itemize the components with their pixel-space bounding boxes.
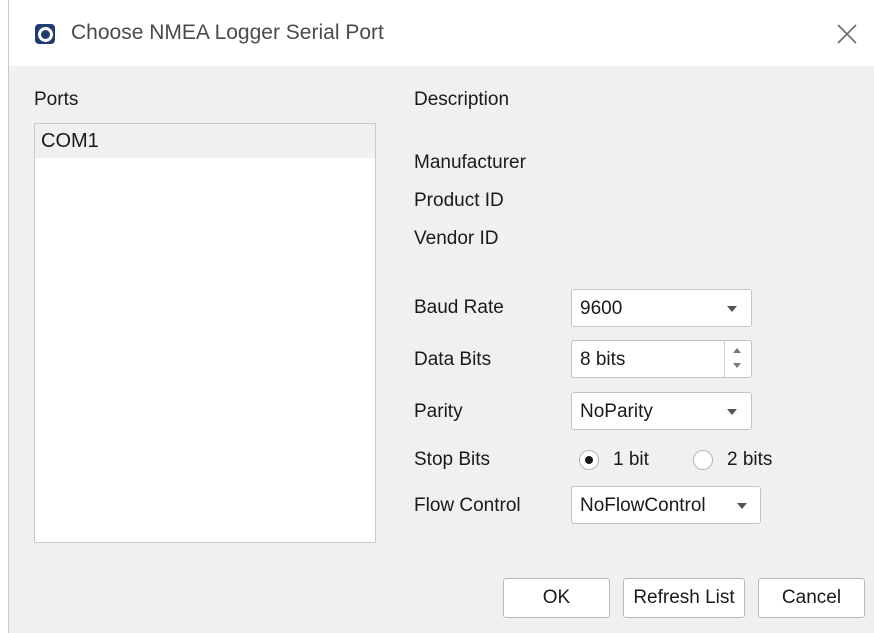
stop-bits-2-radio[interactable] <box>693 450 713 470</box>
refresh-list-button[interactable]: Refresh List <box>623 578 745 618</box>
close-icon <box>837 24 857 44</box>
chevron-down-icon <box>727 409 737 415</box>
baud-rate-label: Baud Rate <box>414 297 504 318</box>
title-bar: Choose NMEA Logger Serial Port <box>9 0 874 66</box>
window-title: Choose NMEA Logger Serial Port <box>71 21 384 44</box>
chevron-down-icon <box>737 503 747 509</box>
spin-arrows <box>724 341 751 377</box>
app-logo-icon <box>35 24 55 44</box>
data-bits-spinbox[interactable]: 8 bits <box>571 340 752 378</box>
dialog-window: Choose NMEA Logger Serial Port Ports COM… <box>8 0 874 633</box>
manufacturer-label: Manufacturer <box>414 152 526 173</box>
spin-down-icon[interactable] <box>725 359 751 377</box>
flow-control-value: NoFlowControl <box>580 495 706 516</box>
list-item-com1[interactable]: COM1 <box>35 124 375 158</box>
ports-list[interactable]: COM1 <box>34 123 376 543</box>
product-id-label: Product ID <box>414 190 504 211</box>
data-bits-label: Data Bits <box>414 349 492 370</box>
parity-dropdown[interactable]: NoParity <box>571 392 752 430</box>
stop-bits-1-label[interactable]: 1 bit <box>613 449 649 471</box>
flow-control-dropdown[interactable]: NoFlowControl <box>571 486 761 524</box>
parity-value: NoParity <box>580 401 653 422</box>
vendor-id-label: Vendor ID <box>414 228 499 249</box>
ok-button[interactable]: OK <box>503 578 610 618</box>
stop-bits-label: Stop Bits <box>414 449 491 470</box>
flow-control-label: Flow Control <box>414 495 521 516</box>
baud-rate-value: 9600 <box>580 298 623 319</box>
chevron-down-icon <box>727 306 737 312</box>
close-button[interactable] <box>827 14 867 54</box>
ports-header: Ports <box>34 89 79 110</box>
stop-bits-2-label[interactable]: 2 bits <box>727 449 772 471</box>
baud-rate-dropdown[interactable]: 9600 <box>571 289 752 327</box>
description-header: Description <box>414 89 510 110</box>
spin-up-icon[interactable] <box>725 341 751 359</box>
stop-bits-1-radio[interactable] <box>579 450 599 470</box>
radio-selected-dot <box>585 456 593 464</box>
data-bits-value: 8 bits <box>580 349 626 370</box>
parity-label: Parity <box>414 401 463 422</box>
cancel-button[interactable]: Cancel <box>758 578 865 618</box>
